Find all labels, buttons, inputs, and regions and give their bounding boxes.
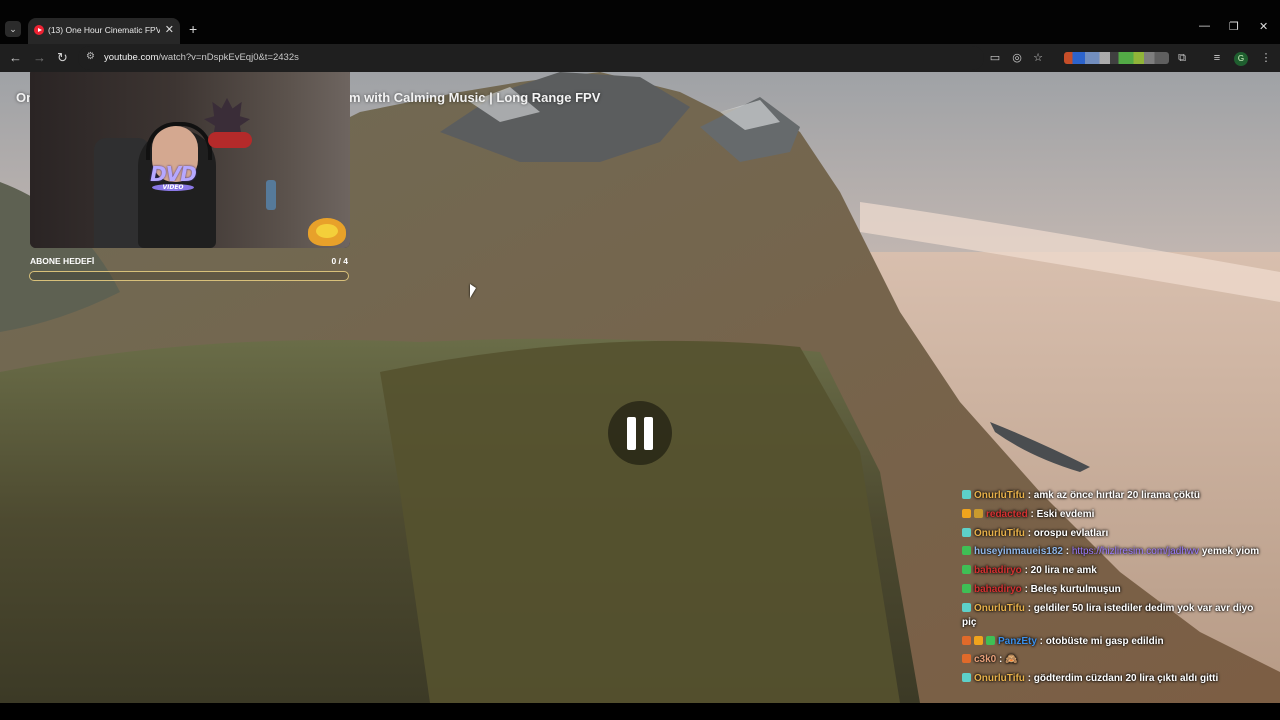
chat-badge-icon [974,508,983,518]
chat-badge-icon [962,673,971,683]
chat-message: c3k0 : 🙈 [962,653,1262,667]
bottom-strip [0,703,1280,720]
hide-eye-icon[interactable]: ◎ [1010,51,1024,65]
site-info-icon[interactable]: ⚙ [86,52,96,62]
chat-message: OnurluTifu : orospu evlatları [962,527,1262,541]
chat-text: : orospu evlatları [1024,527,1109,539]
chat-badge-icon [974,635,983,645]
chat-text: : otobüste mi gasp edildin [1036,635,1164,647]
chat-username: OnurluTifu [974,602,1025,614]
chat-message: OnurluTifu : geldiler 50 lira istediler … [962,602,1262,630]
chat-text: yemek yiom [1199,546,1260,558]
chat-message: OnurluTifu : gödterdim cüzdanı 20 lira ç… [962,672,1262,686]
chat-overlay: OnurluTifu : amk az önce hırtlar 20 lira… [962,489,1262,691]
chat-username: PanzEty [998,635,1037,647]
address-bar[interactable]: ⚙ youtube.com/watch?v=nDspkEvEqj0&t=2432… [78,46,984,70]
chat-username: redacted [986,508,1028,520]
tab-search-button[interactable]: ⌄ [5,21,21,37]
minimize-button[interactable]: — [1199,20,1210,32]
bookmark-star-icon[interactable]: ☆ [1031,51,1045,65]
pause-icon [627,417,636,450]
chat-badge-icon [962,490,971,499]
chat-username: OnurluTifu [974,527,1025,539]
subscriber-goal-label: ABONE HEDEFİ [30,256,95,266]
video-title-right[interactable]: m with Calming Music | Long Range FPV [349,90,600,105]
maximize-button[interactable]: ❐ [1229,20,1239,33]
chat-message: OnurluTifu : amk az önce hırtlar 20 lira… [962,489,1262,503]
chat-username: huseyinmaueis182 [974,546,1063,558]
chat-badge-icon [962,565,971,575]
video-player[interactable]: On m with Calming Music | Long Range FPV… [0,72,1280,703]
yellow-lamp [308,218,346,246]
browser-toolbar: ← → ↻ ⚙ youtube.com/watch?v=nDspkEvEqj0&… [0,44,1280,72]
chat-badge-icon [962,635,971,645]
chat-username: OnurluTifu [974,673,1025,685]
chat-text: : 🙈 [996,654,1018,666]
chat-badge-icon [962,527,971,537]
chat-badge-icon [962,583,971,593]
chat-message: PanzEty : otobüste mi gasp edildin [962,635,1262,649]
chat-text: : gödterdim cüzdanı 20 lira çıktı aldı g… [1024,673,1219,685]
menu-kebab-icon[interactable]: ⋮ [1259,51,1273,65]
extensions-puzzle-icon[interactable]: ⧉ [1175,51,1189,65]
mouse-cursor-icon [470,284,476,298]
chat-message: redacted : Eski evdemi [962,508,1262,522]
tab-close-icon[interactable]: ✕ [165,23,174,36]
chat-text: : Eski evdemi [1027,508,1095,520]
subscriber-goal-count: 0 / 4 [331,256,348,266]
pause-button[interactable] [608,401,672,465]
dvd-logo: DVD VIDEO [150,162,197,191]
youtube-favicon-icon [34,25,44,35]
chat-username: c3k0 [974,654,997,666]
browser-titlebar: ⌄ (13) One Hour Cinematic FPV D ✕ + — ❐ … [0,0,1280,44]
new-tab-button[interactable]: + [189,21,197,37]
tab-title: (13) One Hour Cinematic FPV D [48,25,160,35]
screen: ⌄ (13) One Hour Cinematic FPV D ✕ + — ❐ … [0,0,1280,720]
chat-badge-icon [962,546,971,556]
streamer-webcam: DVD VIDEO [30,72,350,248]
subscriber-goal-bar [29,271,349,281]
chat-text: : Beleş kurtulmuşun [1021,583,1121,595]
profile-avatar[interactable]: G [1234,52,1248,66]
chat-username: bahadiryo [974,565,1022,577]
chat-message: bahadiryo : Beleş kurtulmuşun [962,583,1262,597]
extensions-icons[interactable] [1064,52,1169,64]
chat-username: OnurluTifu [974,490,1025,501]
forward-arrow-icon[interactable]: → [33,50,46,66]
reading-list-icon[interactable]: ≡ [1210,51,1224,65]
reload-icon[interactable]: ↻ [57,50,68,66]
chat-text: : amk az önce hırtlar 20 lirama çöktü [1024,490,1200,501]
chat-badge-icon [986,635,995,645]
chat-badge-icon [962,508,971,518]
url-text[interactable]: youtube.com/watch?v=nDspkEvEqj0&t=2432s [104,52,299,63]
browser-tab-active[interactable]: (13) One Hour Cinematic FPV D ✕ [28,18,180,44]
chat-badge-icon [962,602,971,612]
chat-message: huseyinmaueis182 : https://hizliresim.co… [962,545,1262,559]
cast-icon[interactable]: ▭ [988,51,1002,65]
window-close-button[interactable]: ✕ [1259,20,1268,33]
chat-badge-icon [962,654,971,664]
chat-username: bahadiryo [974,583,1022,595]
chat-link[interactable]: https://hizliresim.com/jadhwv [1072,546,1199,557]
chat-text: : 20 lira ne amk [1021,565,1097,577]
microphone [266,180,276,210]
chat-message: bahadiryo : 20 lira ne amk [962,564,1262,578]
back-arrow-icon[interactable]: ← [9,50,22,66]
